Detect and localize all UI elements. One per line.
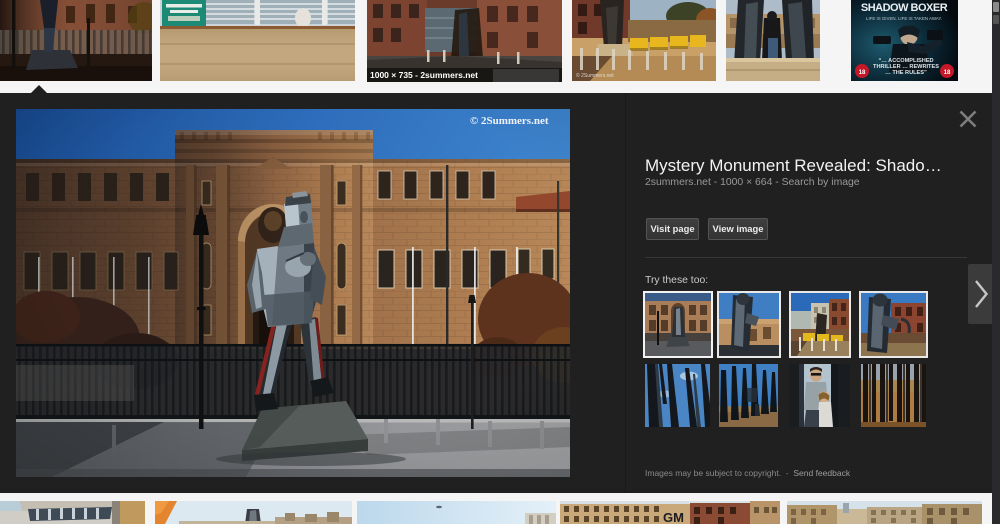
svg-text:SHADOW BOXER: SHADOW BOXER [861,2,948,14]
svg-text:© 2Summers.net: © 2Summers.net [470,115,549,127]
svg-text:18: 18 [944,70,951,76]
svg-text:© 2Summers.net: © 2Summers.net [576,72,614,79]
svg-text:GM: GM [663,510,684,524]
svg-text:1000 × 735 - 2summers.net: 1000 × 735 - 2summers.net [370,70,478,80]
svg-text:… THE RULES”: … THE RULES” [885,70,927,76]
svg-text:18: 18 [859,70,866,76]
svg-text:LIFE IS GIVEN. LIFE IS TAKEN A: LIFE IS GIVEN. LIFE IS TAKEN AWAY. [866,16,942,21]
